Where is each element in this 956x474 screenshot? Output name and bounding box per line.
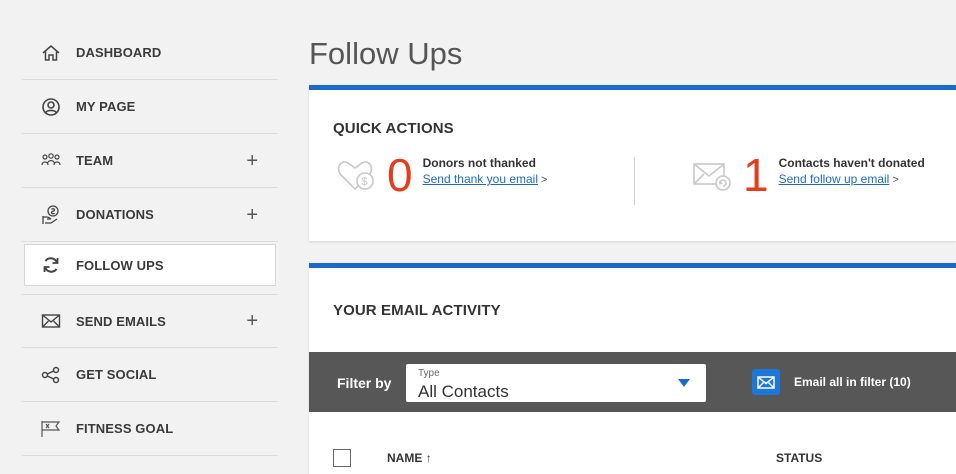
quick-actions-title: QUICK ACTIONS xyxy=(333,120,454,137)
quick-action-label: Donors not thanked xyxy=(422,156,536,170)
send-thank-you-email-link[interactable]: Send thank you email xyxy=(423,172,538,186)
expand-plus-icon[interactable]: + xyxy=(246,205,258,225)
user-circle-icon xyxy=(40,96,62,118)
sidebar-item-label: GET SOCIAL xyxy=(76,367,157,382)
sidebar-item-label: FITNESS GOAL xyxy=(76,421,174,436)
type-select-value: All Contacts xyxy=(418,382,509,401)
envelope-icon xyxy=(40,310,62,332)
table-header: NAME ↑ STATUS xyxy=(309,438,956,474)
contacts-not-donated-count: 1 xyxy=(743,149,769,201)
donation-hand-icon xyxy=(40,204,62,226)
sort-ascending-icon: ↑ xyxy=(425,451,432,465)
share-icon xyxy=(40,364,62,386)
sidebar-item-follow-ups[interactable]: FOLLOW UPS xyxy=(24,244,276,286)
home-icon xyxy=(40,42,62,64)
sidebar-item-team[interactable]: TEAM + xyxy=(22,134,278,188)
chevron-right-icon: > xyxy=(541,174,548,186)
type-select[interactable]: Type All Contacts xyxy=(406,364,706,402)
quick-action-text: Donors not thanked Send thank you email > xyxy=(423,156,548,188)
type-select-label: Type xyxy=(418,368,440,379)
quick-action-thank-donors: $ 0 Donors not thanked Send thank you em… xyxy=(335,152,547,198)
sidebar-item-label: MY PAGE xyxy=(76,99,136,114)
filter-by-label: Filter by xyxy=(337,375,392,391)
quick-action-label: Contacts haven't donated xyxy=(778,156,925,170)
svg-text:$: $ xyxy=(362,176,368,188)
caret-down-icon xyxy=(678,379,690,387)
envelope-icon xyxy=(752,369,780,395)
flag-icon xyxy=(40,418,62,440)
send-follow-up-email-link[interactable]: Send follow up email xyxy=(779,172,890,186)
sidebar-item-donations[interactable]: DONATIONS + xyxy=(22,188,278,242)
email-all-in-filter-button[interactable]: Email all in filter (10) xyxy=(752,369,911,395)
filter-bar: Filter by Type All Contacts Email all in… xyxy=(309,352,956,412)
donors-not-thanked-count: 0 xyxy=(387,149,413,201)
quick-actions-card: QUICK ACTIONS $ 0 Donors not thanked Sen… xyxy=(309,85,956,241)
quick-actions-divider xyxy=(634,157,635,205)
expand-plus-icon[interactable]: + xyxy=(246,311,258,331)
chevron-right-icon: > xyxy=(892,174,899,186)
sidebar-nav: DASHBOARD MY PAGE TEAM + DONATIONS + FOL… xyxy=(22,26,278,456)
select-all-checkbox[interactable] xyxy=(333,449,351,467)
email-activity-title: YOUR EMAIL ACTIVITY xyxy=(333,302,501,319)
quick-action-text: Contacts haven't donated Send follow up … xyxy=(779,156,925,188)
sidebar-item-label: SEND EMAILS xyxy=(76,313,166,329)
sidebar-item-label: DONATIONS xyxy=(76,207,154,222)
column-header-name[interactable]: NAME ↑ xyxy=(387,451,432,465)
sidebar-item-label: DASHBOARD xyxy=(76,45,162,60)
quick-action-follow-up: 1 Contacts haven't donated Send follow u… xyxy=(691,152,925,198)
page-title: Follow Ups xyxy=(309,36,463,71)
refresh-icon xyxy=(40,254,62,276)
sidebar-item-send-emails[interactable]: SEND EMAILS + xyxy=(22,294,278,348)
sidebar-item-fitness-goal[interactable]: FITNESS GOAL xyxy=(22,402,278,456)
email-activity-card: YOUR EMAIL ACTIVITY Filter by Type All C… xyxy=(309,263,956,474)
email-all-label: Email all in filter (10) xyxy=(794,375,911,389)
sidebar-item-my-page[interactable]: MY PAGE xyxy=(22,80,278,134)
heart-dollar-icon: $ xyxy=(335,155,379,195)
sidebar-item-dashboard[interactable]: DASHBOARD xyxy=(22,26,278,80)
expand-plus-icon[interactable]: + xyxy=(246,151,258,171)
follow-ups-page: DASHBOARD MY PAGE TEAM + DONATIONS + FOL… xyxy=(0,0,956,474)
team-icon xyxy=(40,150,62,172)
sidebar-item-label: FOLLOW UPS xyxy=(76,257,164,273)
sidebar-item-label: TEAM xyxy=(76,153,114,168)
envelope-arrow-icon xyxy=(691,155,735,195)
sidebar-item-get-social[interactable]: GET SOCIAL xyxy=(22,348,278,402)
column-header-status[interactable]: STATUS xyxy=(776,451,822,465)
